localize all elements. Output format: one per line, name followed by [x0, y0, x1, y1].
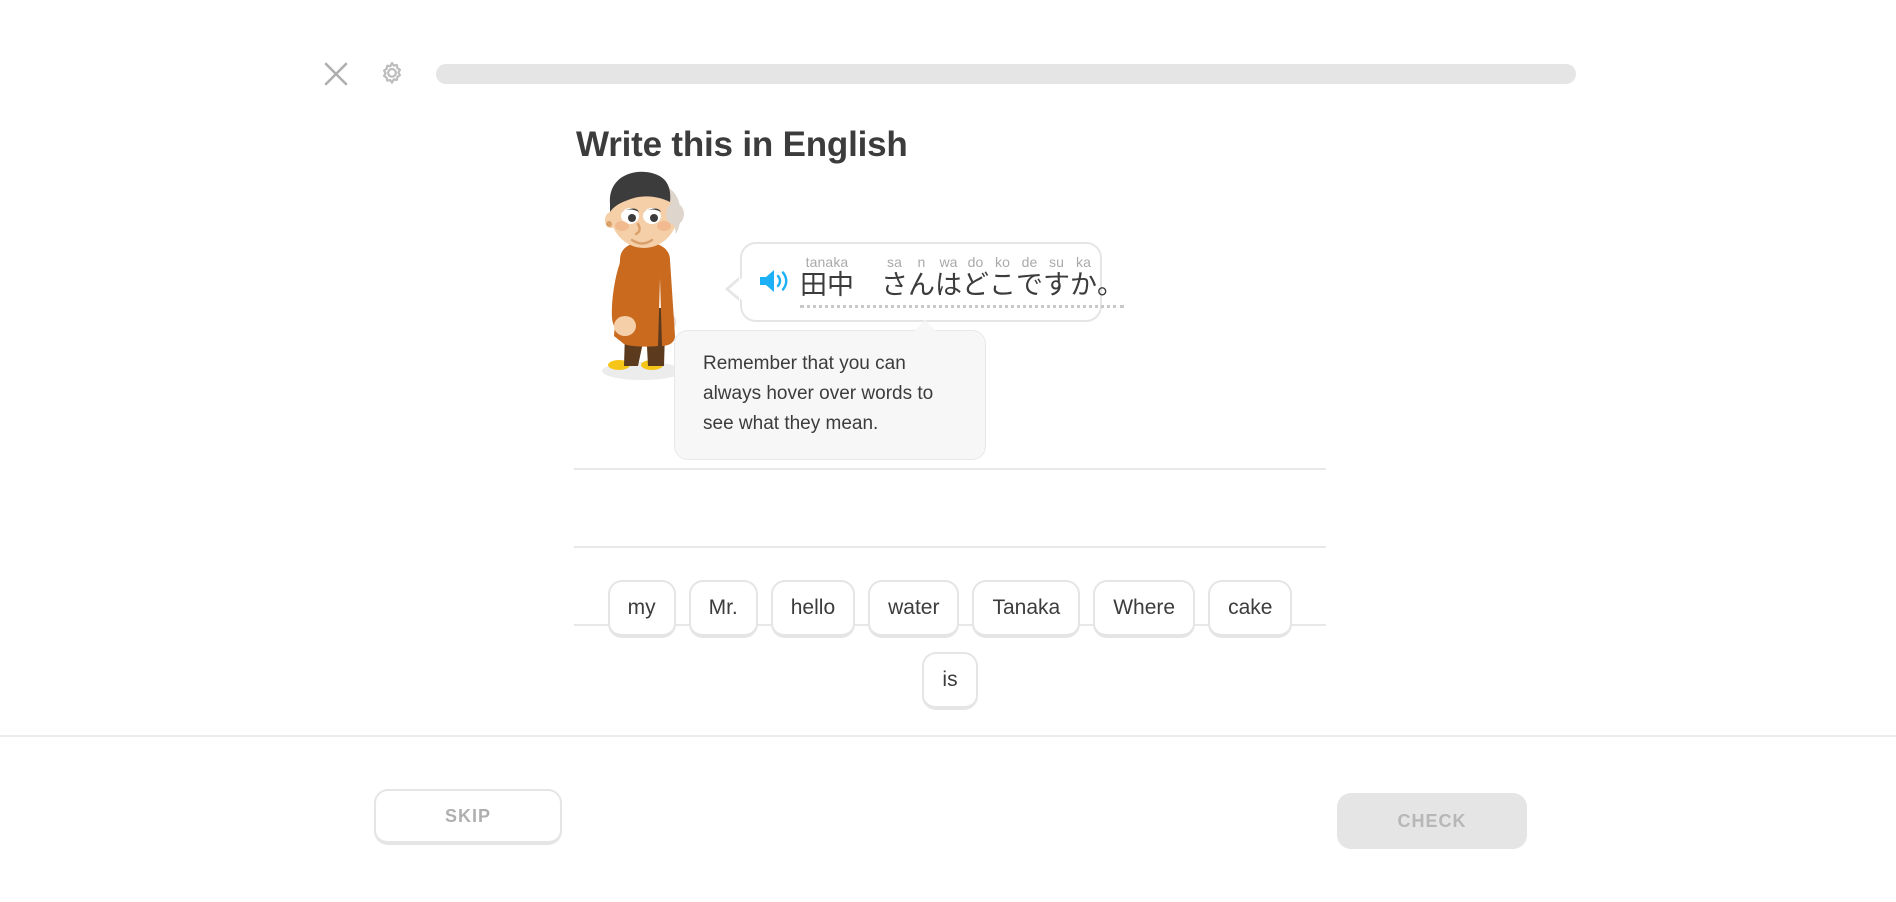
lesson-header [0, 52, 1896, 96]
word-tile[interactable]: hello [770, 580, 856, 638]
settings-button[interactable] [374, 56, 410, 92]
gear-icon [382, 61, 402, 84]
footer-divider [0, 735, 1896, 737]
token-romaji: do [967, 254, 984, 270]
token-kana [854, 270, 881, 301]
word-tile[interactable]: is [922, 652, 978, 710]
token-romaji: ko [995, 254, 1010, 270]
lesson-progress-bar [436, 64, 1576, 84]
word-tile[interactable]: Mr. [688, 580, 758, 638]
prompt-token[interactable]: wa は [935, 254, 962, 301]
prompt-speech-bubble: tanaka 田中 sa さ n ん wa は do ど ko こ de で su す ka か 。 [725, 242, 1124, 322]
word-tile[interactable]: cake [1208, 580, 1293, 638]
bubble-tail [729, 278, 742, 300]
word-tile[interactable]: Tanaka [972, 580, 1081, 638]
prompt-token[interactable]: ko こ [989, 254, 1016, 301]
token-romaji: sa [887, 254, 902, 270]
prompt-token[interactable] [854, 254, 881, 301]
token-romaji: ka [1076, 254, 1091, 270]
page-title: Write this in English [576, 125, 908, 164]
speaker-icon [760, 270, 788, 292]
token-kana: す [1043, 270, 1070, 300]
word-tile[interactable]: Where [1093, 580, 1196, 638]
token-romaji: de [1021, 254, 1038, 270]
prompt-token[interactable]: su す [1043, 254, 1070, 301]
token-kana: で [1016, 270, 1043, 300]
token-kana: 。 [1097, 270, 1124, 300]
token-romaji: su [1049, 254, 1064, 270]
skip-button[interactable]: SKIP [374, 789, 562, 845]
word-bank: my Mr. hello water Tanaka Where cake is [574, 580, 1326, 710]
hover-hint-tooltip: Remember that you can always hover over … [674, 320, 986, 460]
token-kana: ど [962, 270, 989, 300]
token-kana: は [935, 270, 962, 300]
lesson-screen: Write this in English tanaka 田中 sa さ n ん… [0, 0, 1896, 902]
play-audio-button[interactable] [756, 264, 790, 298]
close-button[interactable] [319, 57, 353, 91]
token-kana: さ [881, 270, 908, 300]
token-romaji: wa [939, 254, 958, 270]
prompt-sentence[interactable]: tanaka 田中 sa さ n ん wa は do ど ko こ de で su す ka か 。 [800, 254, 1124, 308]
prompt-token[interactable]: ka か [1070, 254, 1097, 301]
prompt-token[interactable]: do ど [962, 254, 989, 301]
token-romaji: tanaka [805, 254, 849, 270]
prompt-token[interactable]: nん [908, 254, 935, 301]
word-tile[interactable]: water [868, 580, 960, 638]
word-tile[interactable]: my [607, 580, 676, 638]
prompt-token[interactable]: de で [1016, 254, 1043, 301]
answer-line[interactable] [574, 470, 1326, 548]
close-icon [324, 62, 348, 86]
token-kana: ん [908, 270, 935, 300]
prompt-token[interactable]: tanaka 田中 [800, 254, 854, 301]
prompt-token[interactable]: sa さ [881, 254, 908, 301]
token-kana: 田中 [800, 270, 854, 300]
token-kana: こ [989, 270, 1016, 300]
tooltip-text: Remember that you can always hover over … [703, 353, 934, 434]
check-button[interactable]: CHECK [1337, 793, 1527, 849]
token-kana: か [1070, 270, 1097, 300]
tooltip-arrow [913, 320, 937, 332]
token-romaji: n [917, 254, 926, 270]
prompt-token[interactable]: 。 [1097, 254, 1124, 301]
